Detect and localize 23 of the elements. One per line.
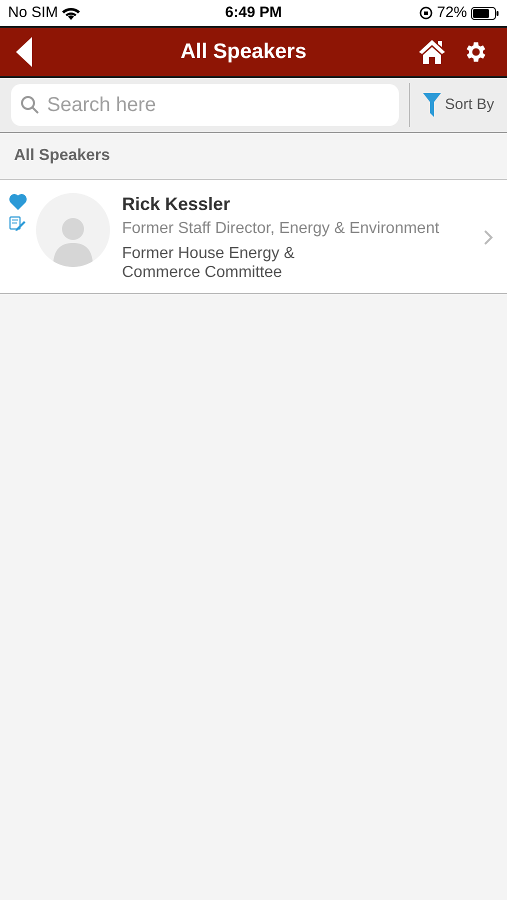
speaker-name: Rick Kessler xyxy=(122,193,232,215)
search-icon xyxy=(20,95,40,115)
filter-icon xyxy=(422,93,441,117)
speaker-organization: Former House Energy & Commerce Committee xyxy=(122,244,296,282)
search-field[interactable]: Search here xyxy=(11,84,399,126)
battery-icon xyxy=(471,6,500,20)
person-icon xyxy=(53,215,93,267)
home-icon xyxy=(418,39,446,65)
clock-text: 6:49 PM xyxy=(225,2,282,23)
carrier-text: No SIM xyxy=(8,2,58,23)
speaker-row[interactable]: Rick Kessler Former Staff Director, Energy & Environment Former House Energy & Commerce Committee xyxy=(0,180,507,294)
home-button[interactable] xyxy=(417,37,447,67)
sort-button[interactable]: Sort By xyxy=(410,78,507,132)
battery-percent: 72% xyxy=(436,2,468,23)
rotation-lock-icon xyxy=(418,6,433,20)
speaker-title: Former Staff Director, Energy & Environment xyxy=(122,219,440,239)
wifi-icon xyxy=(62,6,80,20)
heart-icon[interactable] xyxy=(9,194,27,210)
back-arrow-icon xyxy=(16,37,32,67)
notes-icon[interactable] xyxy=(9,216,26,231)
screen-title: All Speakers xyxy=(179,39,308,66)
chevron-right-icon xyxy=(484,230,493,245)
section-title: All Speakers xyxy=(14,146,110,166)
